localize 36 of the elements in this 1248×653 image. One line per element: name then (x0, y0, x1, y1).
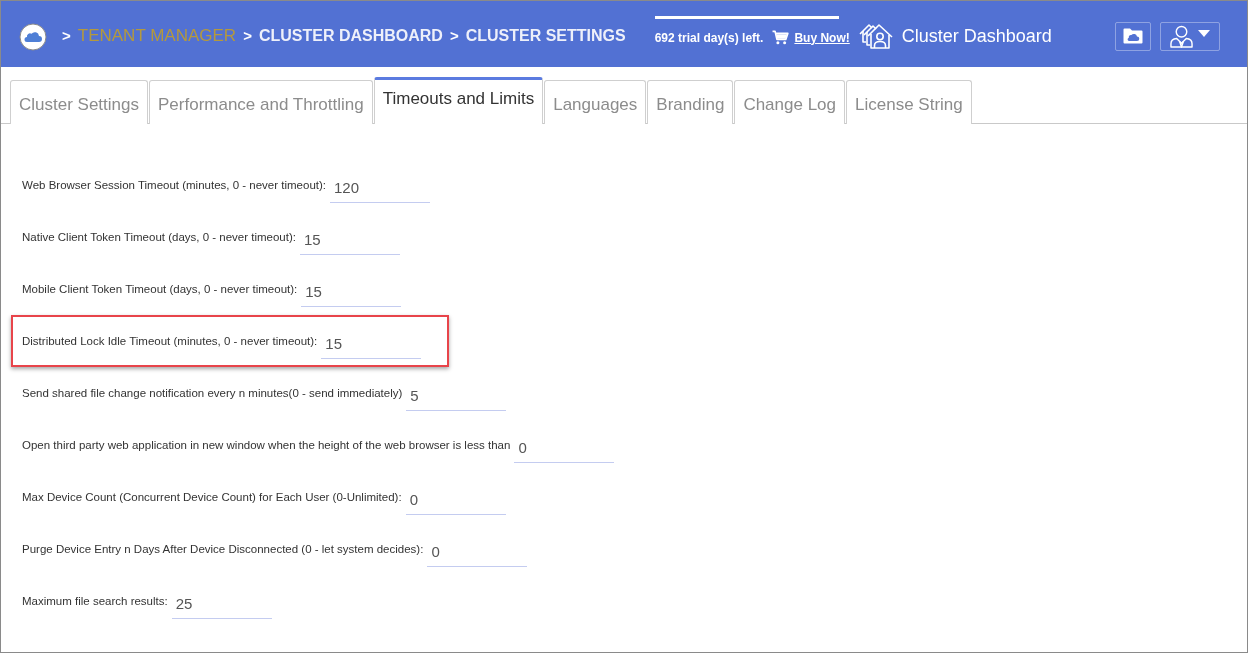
tab[interactable]: Change Log (734, 80, 845, 124)
breadcrumb-item[interactable]: CLUSTER SETTINGS (465, 27, 626, 45)
input-field[interactable]: 0 (427, 541, 528, 567)
caret-icon (1198, 29, 1210, 37)
setting-label: Maximum file search results: (22, 595, 168, 607)
input-field[interactable]: 5 (406, 385, 507, 411)
breadcrumb-separator: > (62, 27, 71, 44)
tab[interactable]: Timeouts and Limits (373, 77, 544, 124)
input-field[interactable]: 0 (514, 437, 615, 463)
user-menu-button[interactable] (1160, 21, 1220, 51)
input-field[interactable]: 15 (300, 229, 400, 255)
setting-label: Send shared file change notification every n minutes(0 - send immediately) (22, 387, 403, 399)
setting-label: Mobile Client Token Timeout (days, 0 - never timeout): (22, 283, 298, 295)
page-title: Cluster Dashboard (901, 25, 1052, 47)
breadcrumb-item[interactable]: CLUSTER DASHBOARD (258, 27, 443, 45)
setting-label: Open third party web application in new window when the height of the web browser is less than (22, 439, 511, 451)
setting-label: Max Device Count (Concurrent Device Count) for Each User (0-Unlimited): (22, 491, 402, 503)
input-field[interactable]: 120 (330, 177, 430, 203)
input-field[interactable]: 15 (321, 333, 422, 359)
setting-label: Purge Device Entry n Days After Device Disconnected (0 - let system decides): (22, 543, 424, 555)
user-icon (1170, 24, 1193, 48)
breadcrumb-separator: > (449, 27, 459, 44)
cloud-folder-icon (1123, 28, 1143, 44)
setting-label: Native Client Token Timeout (days, 0 - never timeout): (22, 231, 296, 243)
input-field[interactable]: 0 (405, 489, 506, 515)
cloud-folder-button[interactable] (1115, 21, 1151, 51)
input-field[interactable]: 15 (301, 281, 402, 307)
setting-label: Web Browser Session Timeout (minutes, 0 - never timeout): (22, 179, 326, 191)
houses-person-icon (858, 22, 893, 50)
cart-icon (772, 30, 790, 45)
breadcrumb-separator: > (243, 27, 252, 44)
trial-notice: 692 trial day(s) left. (654, 30, 764, 45)
input-field[interactable]: 25 (171, 593, 272, 619)
setting-label: Distributed Lock Idle Timeout (minutes, 0 - never timeout): (22, 335, 318, 347)
buy-now-link[interactable]: Buy Now! (794, 30, 850, 45)
cloud-logo-icon[interactable] (19, 23, 47, 51)
